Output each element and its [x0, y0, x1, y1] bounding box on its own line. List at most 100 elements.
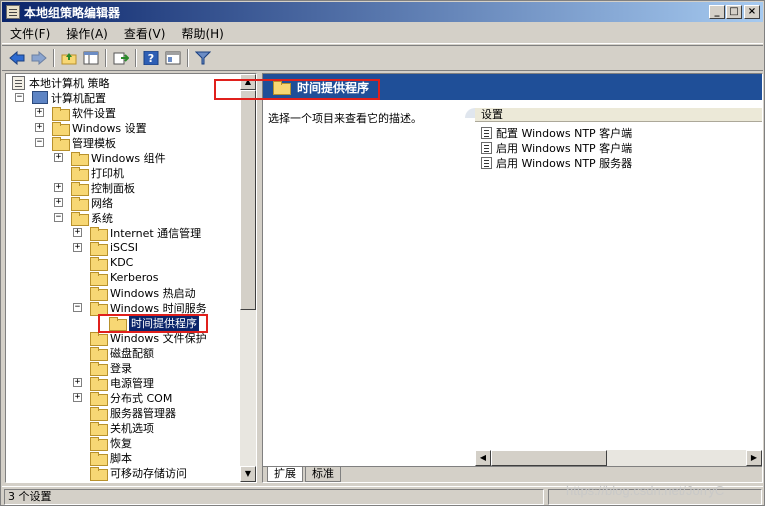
setting-item-enable-ntp-server[interactable]: 启用 Windows NTP 服务器	[481, 155, 632, 170]
tree-item-label: 控制面板	[91, 181, 135, 195]
tree-item-recovery[interactable]: 恢复	[90, 435, 132, 451]
column-header-settings[interactable]: 设置	[475, 108, 762, 122]
tree-item-software-settings[interactable]: 软件设置	[52, 105, 116, 121]
scroll-down-arrow-icon[interactable]: ▼	[240, 466, 256, 482]
show-hide-tree-icon[interactable]	[80, 48, 102, 68]
tree-item-disk-quota[interactable]: 磁盘配额	[90, 345, 154, 361]
tree-item-label: Windows 设置	[72, 121, 147, 135]
tree-item-server-manager[interactable]: 服务器管理器	[90, 405, 176, 421]
tree-item-kdc[interactable]: KDC	[90, 255, 133, 271]
tree-item-label: Windows 热启动	[110, 286, 196, 300]
expander-collapse[interactable]: −	[73, 303, 82, 312]
expander-expand[interactable]: +	[54, 198, 63, 207]
tree-item-label: 关机选项	[110, 421, 154, 435]
expander-expand[interactable]: +	[54, 183, 63, 192]
minimize-button[interactable]: _	[709, 5, 725, 19]
tree-item-logon[interactable]: 登录	[90, 360, 132, 376]
folder-icon	[90, 286, 108, 301]
tree-item-kerberos[interactable]: Kerberos	[90, 270, 158, 286]
toolbar: ?	[2, 45, 763, 71]
scroll-thumb[interactable]	[491, 450, 607, 466]
settings-horizontal-scrollbar[interactable]: ◀ ▶	[475, 450, 762, 466]
menu-help[interactable]: 帮助(H)	[173, 25, 231, 42]
tree-item-computer-config[interactable]: 计算机配置	[32, 90, 106, 105]
tree-vertical-scrollbar[interactable]: ▲ ▼	[240, 74, 256, 482]
tree-pane: 本地计算机 策略 − 计算机配置 + 软件设置 + Windows 设置 − 管…	[5, 73, 257, 483]
properties-icon[interactable]	[162, 48, 184, 68]
tree-item-label: 磁盘配额	[110, 346, 154, 360]
export-icon[interactable]	[110, 48, 132, 68]
expander-expand[interactable]: +	[73, 228, 82, 237]
tree-item-windows-components[interactable]: Windows 组件	[71, 150, 166, 166]
tree-item-control-panel[interactable]: 控制面板	[71, 180, 135, 196]
tree-item-shutdown-options[interactable]: 关机选项	[90, 420, 154, 436]
tree-item-label: Internet 通信管理	[110, 226, 202, 240]
tree-item-distributed-com[interactable]: 分布式 COM	[90, 390, 172, 406]
tree-item-printers[interactable]: 打印机	[71, 165, 124, 181]
setting-icon	[481, 126, 492, 139]
folder-icon	[90, 451, 108, 466]
up-folder-icon[interactable]	[58, 48, 80, 68]
menu-file[interactable]: 文件(F)	[2, 25, 58, 42]
tree-item-windows-time-service[interactable]: Windows 时间服务	[90, 300, 207, 316]
scroll-thumb[interactable]	[240, 90, 256, 310]
expander-expand[interactable]: +	[35, 123, 44, 132]
tree-item-label: 系统	[91, 211, 113, 225]
filter-icon[interactable]	[192, 48, 214, 68]
expander-expand[interactable]: +	[35, 108, 44, 117]
expander-collapse[interactable]: −	[54, 213, 63, 222]
tree-item-admin-templates[interactable]: 管理模板	[52, 135, 116, 151]
tree-item-windows-hot-start[interactable]: Windows 热启动	[90, 285, 196, 301]
expander-collapse[interactable]: −	[35, 138, 44, 147]
setting-icon	[481, 156, 492, 169]
toolbar-separator	[53, 49, 55, 67]
window-title: 本地组策略编辑器	[24, 5, 121, 20]
title-bar[interactable]: 本地组策略编辑器 _ □ ×	[2, 2, 763, 22]
expander-expand[interactable]: +	[73, 243, 82, 252]
tree-item-removable-storage[interactable]: 可移动存储访问	[90, 465, 187, 481]
tree-item-label: 网络	[91, 196, 113, 210]
expander-collapse[interactable]: −	[15, 93, 24, 102]
tree-item-scripts[interactable]: 脚本	[90, 450, 132, 466]
forward-icon[interactable]	[28, 48, 50, 68]
maximize-button[interactable]: □	[726, 5, 742, 19]
back-icon[interactable]	[6, 48, 28, 68]
menu-action[interactable]: 操作(A)	[58, 25, 116, 42]
policy-document-icon	[12, 75, 25, 90]
help-icon[interactable]: ?	[140, 48, 162, 68]
tree-root[interactable]: 本地计算机 策略	[12, 75, 110, 90]
tree-item-label: 计算机配置	[51, 91, 106, 105]
tab-standard[interactable]: 标准	[305, 467, 341, 482]
scroll-right-arrow-icon[interactable]: ▶	[746, 450, 762, 466]
tree-item-power-management[interactable]: 电源管理	[90, 375, 154, 391]
scroll-left-arrow-icon[interactable]: ◀	[475, 450, 491, 466]
folder-icon	[71, 196, 89, 211]
toolbar-separator	[135, 49, 137, 67]
tree-item-windows-settings[interactable]: Windows 设置	[52, 120, 147, 136]
tree-item-iscsi[interactable]: iSCSI	[90, 240, 138, 256]
folder-icon	[90, 436, 108, 451]
close-button[interactable]: ×	[744, 5, 760, 19]
setting-item-enable-ntp-client[interactable]: 启用 Windows NTP 客户端	[481, 140, 632, 155]
tree-item-label: 打印机	[91, 166, 124, 180]
tree-item-internet-comm[interactable]: Internet 通信管理	[90, 225, 202, 241]
tree-item-label: 管理模板	[72, 136, 116, 150]
description-text: 选择一个项目来查看它的描述。	[268, 112, 422, 125]
expander-expand[interactable]: +	[54, 153, 63, 162]
tree-item-system[interactable]: 系统	[71, 210, 113, 226]
tree-item-label: 电源管理	[110, 376, 154, 390]
expander-expand[interactable]: +	[73, 393, 82, 402]
folder-icon	[71, 211, 89, 226]
expander-expand[interactable]: +	[73, 378, 82, 387]
folder-icon	[90, 376, 108, 391]
folder-icon	[71, 151, 89, 166]
setting-item-configure-ntp-client[interactable]: 配置 Windows NTP 客户端	[481, 125, 632, 140]
main-window: 本地组策略编辑器 _ □ × 文件(F) 操作(A) 查看(V) 帮助(H) ?…	[0, 0, 765, 506]
folder-icon	[90, 361, 108, 376]
tree-item-network[interactable]: 网络	[71, 195, 113, 211]
watermark-text: https://blog.csdn.net/JorryC	[566, 483, 725, 498]
svg-text:?: ?	[148, 52, 154, 65]
tab-extended[interactable]: 扩展	[267, 467, 303, 482]
setting-label: 启用 Windows NTP 客户端	[496, 141, 633, 155]
menu-view[interactable]: 查看(V)	[116, 25, 174, 42]
